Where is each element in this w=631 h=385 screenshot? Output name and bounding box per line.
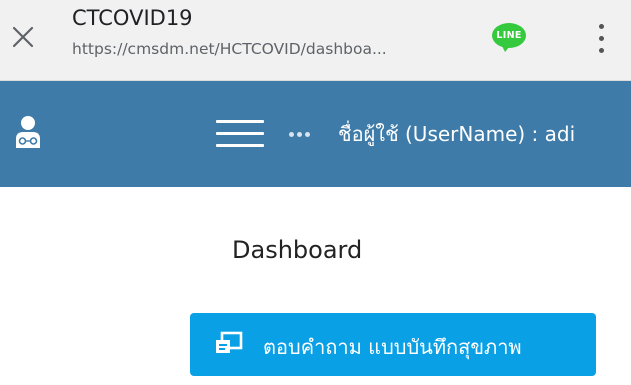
dot [599,36,604,41]
health-survey-button[interactable]: ตอบคำถาม แบบบันทึกสุขภาพ [190,313,596,376]
menu-bar [216,144,264,147]
more-horiz-icon[interactable] [289,132,311,138]
line-bubble-tail [500,42,513,52]
site-title: CTCOVID19 [72,6,193,30]
menu-bar [216,120,264,123]
dot [297,132,302,137]
health-survey-button-label: ตอบคำถาม แบบบันทึกสุขภาพ [263,335,522,359]
doctor-avatar-icon[interactable] [13,114,43,150]
line-badge-text: LINE [496,30,522,41]
app-navbar: ชื่อผู้ใช้ (UserName) : adi [0,81,631,187]
browser-toolbar: CTCOVID19 https://cmsdm.net/HCTCOVID/das… [0,0,631,81]
dot [289,132,294,137]
username-label: ชื่อผู้ใช้ (UserName) : adi [338,122,576,146]
hamburger-menu-icon[interactable] [216,118,264,150]
dot [599,24,604,29]
close-icon[interactable] [8,22,38,52]
site-url[interactable]: https://cmsdm.net/HCTCOVID/dashboa... [72,40,477,58]
page: CTCOVID19 https://cmsdm.net/HCTCOVID/das… [0,0,631,385]
menu-bar [216,132,264,135]
dot [305,132,310,137]
more-vert-icon[interactable] [590,22,612,56]
form-icon [214,331,244,357]
line-app-icon[interactable]: LINE [492,23,526,55]
dot [599,48,604,53]
page-title: Dashboard [232,236,363,264]
